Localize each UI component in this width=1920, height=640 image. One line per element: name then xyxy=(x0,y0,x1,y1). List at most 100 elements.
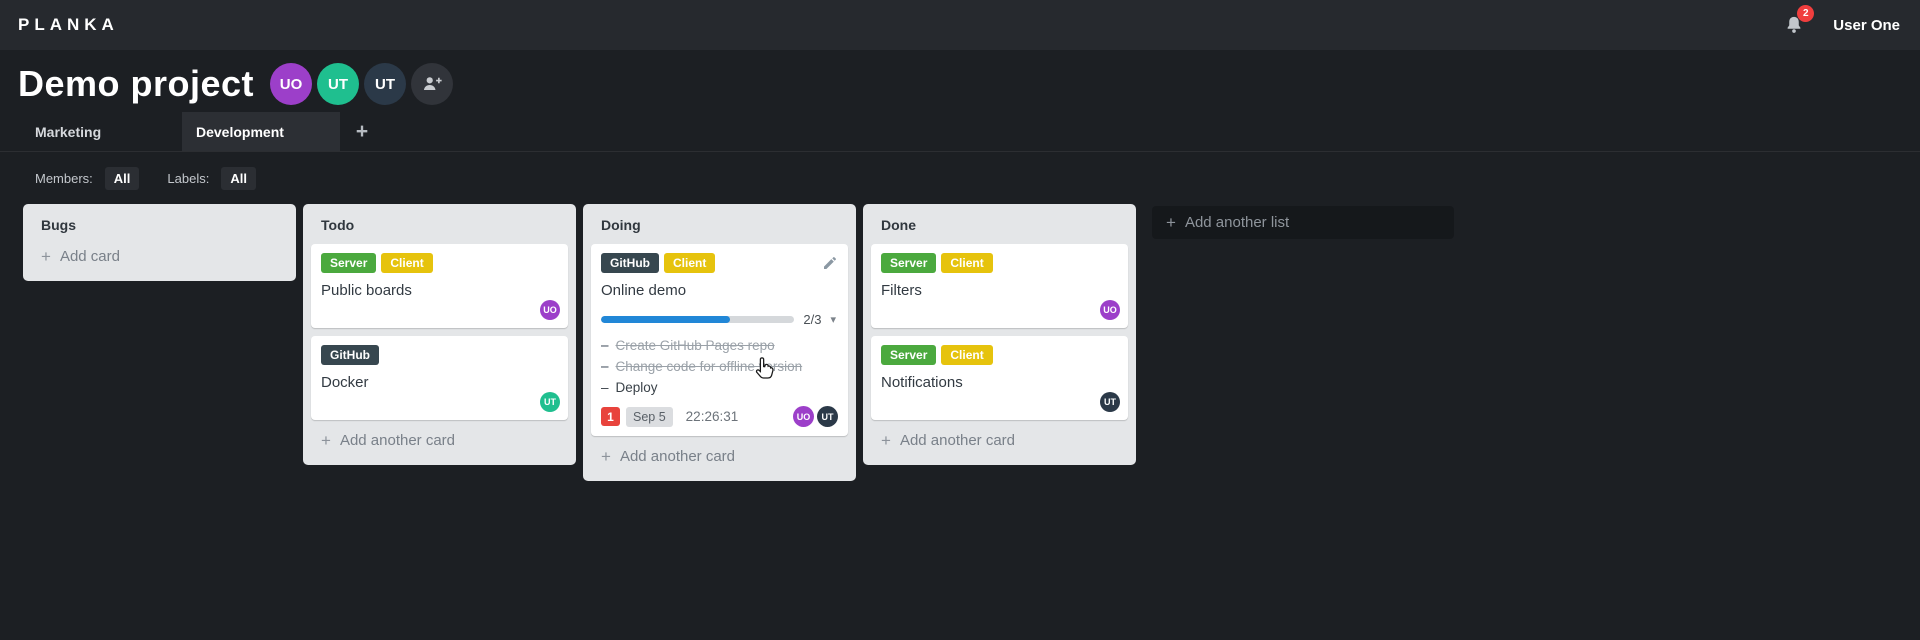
list-title[interactable]: Doing xyxy=(591,212,848,244)
card-labels: Server Client xyxy=(321,253,558,273)
card-assignee-avatar: UT xyxy=(540,392,560,412)
plus-icon: + xyxy=(1166,213,1176,232)
add-member-button[interactable] xyxy=(411,63,454,105)
card-assignee-avatar: UT xyxy=(1100,392,1120,412)
tab-marketing[interactable]: Marketing xyxy=(20,112,182,151)
dash-icon: – xyxy=(601,359,609,374)
chevron-down-icon[interactable]: ▾ xyxy=(830,313,836,326)
checklist-progress: 2/3 ▾ xyxy=(601,312,838,327)
dash-icon: – xyxy=(601,380,609,395)
add-card-label: Add another card xyxy=(619,448,736,465)
checklist-progress-label: 2/3 xyxy=(803,312,822,327)
card-title: Docker xyxy=(321,374,369,391)
labels-filter-value[interactable]: All xyxy=(221,166,256,190)
card-label: Client xyxy=(664,253,716,273)
tab-development[interactable]: Development xyxy=(182,112,340,151)
project-title: Demo project xyxy=(18,63,255,104)
notifications-button[interactable]: 2 xyxy=(1783,5,1815,37)
project-member-avatar[interactable]: UO xyxy=(270,63,313,105)
plus-icon: + xyxy=(881,431,891,450)
project-member-avatar[interactable]: UT xyxy=(317,63,360,105)
filter-bar: Members: All Labels: All xyxy=(0,152,1920,204)
labels-filter-label: Labels: xyxy=(167,170,210,186)
pencil-icon xyxy=(824,257,836,269)
add-user-icon xyxy=(423,77,442,90)
checklist-progress-track xyxy=(601,316,795,323)
add-card-button[interactable]: + Add another card xyxy=(311,428,568,457)
card-assignees: UO UT xyxy=(793,406,838,427)
card-docker[interactable]: GitHub Docker UT xyxy=(311,336,568,420)
add-card-button[interactable]: + Add card xyxy=(31,244,288,273)
task-item[interactable]: – Change code for offline version xyxy=(601,356,838,377)
card-labels: GitHub Client xyxy=(601,253,838,273)
board-tabs: Marketing Development + xyxy=(0,112,1920,152)
user-menu[interactable]: User One xyxy=(1833,17,1900,34)
due-date-badge[interactable]: Sep 5 xyxy=(626,406,673,427)
card-label: Server xyxy=(321,253,377,273)
card-label: GitHub xyxy=(601,253,659,273)
list-title[interactable]: Bugs xyxy=(31,212,288,244)
card-title: Filters xyxy=(881,282,922,299)
plus-icon: + xyxy=(321,431,331,450)
list-title[interactable]: Done xyxy=(871,212,1128,244)
card-title: Online demo xyxy=(601,282,687,299)
card-title: Public boards xyxy=(321,282,412,299)
list-title[interactable]: Todo xyxy=(311,212,568,244)
card-labels: Server Client xyxy=(881,345,1118,365)
add-card-button[interactable]: + Add another card xyxy=(871,428,1128,457)
task-text: Deploy xyxy=(615,380,658,395)
edit-card-button[interactable] xyxy=(822,255,838,271)
list-done: Done Server Client Filters UO Server Cli… xyxy=(863,204,1136,465)
task-text: Change code for offline version xyxy=(615,359,803,374)
project-header: Demo project UO UT UT xyxy=(0,50,1920,108)
add-list-button[interactable]: + Add another list xyxy=(1152,206,1454,239)
dash-icon: – xyxy=(601,338,609,353)
card-label: Client xyxy=(941,253,993,273)
task-text: Create GitHub Pages repo xyxy=(615,338,775,353)
add-card-label: Add another card xyxy=(899,432,1016,449)
add-card-button[interactable]: + Add another card xyxy=(591,444,848,473)
card-label: GitHub xyxy=(321,345,379,365)
card-online-demo[interactable]: GitHub Client Online demo 2/3 ▾ – Create… xyxy=(591,244,848,436)
list-bugs: Bugs + Add card xyxy=(23,204,296,281)
card-notifications[interactable]: Server Client Notifications UT xyxy=(871,336,1128,420)
add-card-label: Add another card xyxy=(339,432,456,449)
timer-value[interactable]: 22:26:31 xyxy=(686,409,739,424)
card-assignee-avatar: UO xyxy=(540,300,560,320)
app-bar: PLANKA 2 User One xyxy=(0,0,1920,50)
members-filter-label: Members: xyxy=(35,170,93,186)
card-labels: Server Client xyxy=(881,253,1118,273)
board: Bugs + Add card Todo Server Client Publi… xyxy=(0,204,1920,481)
card-label: Client xyxy=(941,345,993,365)
checklist-progress-fill xyxy=(601,316,730,323)
members-filter-value[interactable]: All xyxy=(104,166,140,190)
plus-icon: + xyxy=(601,447,611,466)
card-label: Server xyxy=(881,253,937,273)
planka-logo: PLANKA xyxy=(18,15,119,34)
list-todo: Todo Server Client Public boards UO GitH… xyxy=(303,204,576,465)
card-assignee-avatar: UO xyxy=(1100,300,1120,320)
card-public-boards[interactable]: Server Client Public boards UO xyxy=(311,244,568,328)
checklist-tasks: – Create GitHub Pages repo – Change code… xyxy=(601,335,838,398)
card-assignee-avatar: UT xyxy=(817,406,838,427)
add-list-label: Add another list xyxy=(1184,214,1290,231)
list-doing: Doing GitHub Client Online demo 2/3 ▾ – … xyxy=(583,204,856,481)
notification-count-badge: 2 xyxy=(1797,5,1815,22)
plus-icon: + xyxy=(41,247,51,266)
card-label: Server xyxy=(881,345,937,365)
add-board-button[interactable]: + xyxy=(340,112,384,151)
card-notification-badge: 1 xyxy=(601,407,620,426)
plus-icon: + xyxy=(355,119,369,143)
card-footer: 1 Sep 5 22:26:31 UO UT xyxy=(601,406,838,427)
task-item[interactable]: – Deploy xyxy=(601,377,838,398)
project-members: UO UT UT xyxy=(270,63,454,105)
card-label: Client xyxy=(381,253,433,273)
card-assignee-avatar: UO xyxy=(793,406,814,427)
project-member-avatar[interactable]: UT xyxy=(364,63,407,105)
card-title: Notifications xyxy=(881,374,963,391)
card-labels: GitHub xyxy=(321,345,558,365)
card-filters[interactable]: Server Client Filters UO xyxy=(871,244,1128,328)
task-item[interactable]: – Create GitHub Pages repo xyxy=(601,335,838,356)
add-card-label: Add card xyxy=(59,248,120,265)
app-bar-right: 2 User One xyxy=(1783,5,1900,37)
